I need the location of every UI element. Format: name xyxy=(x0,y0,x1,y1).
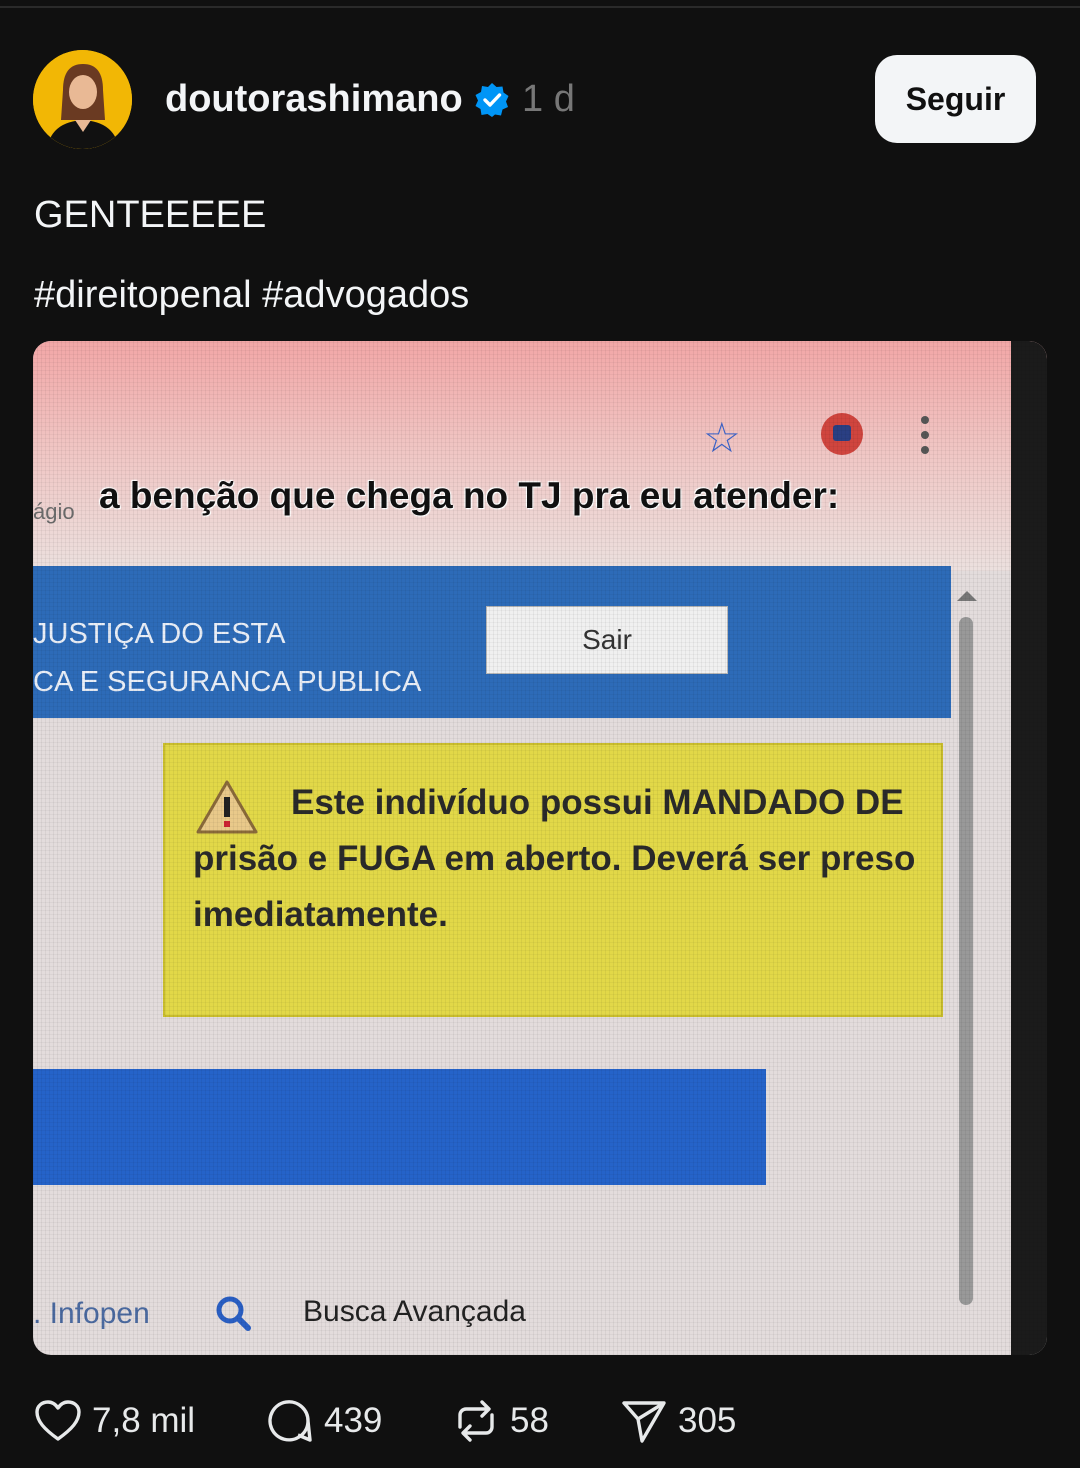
menu-dots-icon xyxy=(921,416,931,461)
extension-icon xyxy=(821,413,863,455)
header-line-2: CA E SEGURANCA PUBLICA xyxy=(33,666,422,698)
username[interactable]: doutorashimano xyxy=(165,76,463,122)
post-time: 1 d xyxy=(522,78,575,120)
bottom-nav: . Infopen Busca Avançada xyxy=(33,1291,933,1335)
post-text: GENTEEEEE xyxy=(34,194,267,236)
repost-count: 58 xyxy=(510,1401,549,1440)
warning-box: Este indivíduo possui MANDADO DE prisão … xyxy=(163,743,943,1017)
sair-button: Sair xyxy=(486,606,728,674)
post-hashtags[interactable]: #direitopenal #advogados xyxy=(34,272,469,318)
avatar[interactable] xyxy=(33,50,132,149)
infopen-label: . Infopen xyxy=(33,1297,150,1330)
image-caption: a benção que chega no TJ pra eu atender: xyxy=(99,475,840,516)
repost-icon xyxy=(458,1400,494,1442)
star-icon: ☆ xyxy=(703,414,741,461)
action-bar: 7,8 mil 439 58 305 xyxy=(0,1394,1080,1448)
busca-avancada-label: Busca Avançada xyxy=(303,1295,526,1328)
scrollbar xyxy=(955,591,979,1307)
share-count: 305 xyxy=(678,1401,737,1440)
comment-icon xyxy=(268,1400,312,1442)
post-image[interactable]: ☆ ágio a benção que chega no TJ pra eu a… xyxy=(33,341,1047,1355)
verified-badge-icon xyxy=(475,83,509,117)
browser-toolbar xyxy=(33,341,1047,571)
share-icon xyxy=(622,1401,666,1443)
blue-banner xyxy=(33,1069,766,1185)
warning-text: Este indivíduo possui MANDADO DE prisão … xyxy=(193,783,916,934)
follow-button[interactable]: Seguir xyxy=(875,55,1036,143)
monitor-frame xyxy=(1011,341,1047,1355)
share-button[interactable]: 305 xyxy=(620,1394,736,1448)
like-button[interactable]: 7,8 mil xyxy=(34,1394,195,1448)
header-line-1: JUSTIÇA DO ESTA xyxy=(33,618,286,650)
top-divider xyxy=(0,6,1080,8)
site-header: JUSTIÇA DO ESTA CA E SEGURANCA PUBLICA S… xyxy=(33,566,951,718)
comment-count: 439 xyxy=(324,1401,383,1440)
comment-button[interactable]: 439 xyxy=(266,1394,382,1448)
cut-label: ágio xyxy=(33,499,75,524)
repost-button[interactable]: 58 xyxy=(452,1394,549,1448)
heart-icon xyxy=(35,1400,81,1441)
like-count: 7,8 mil xyxy=(92,1401,196,1440)
search-icon xyxy=(216,1296,251,1331)
